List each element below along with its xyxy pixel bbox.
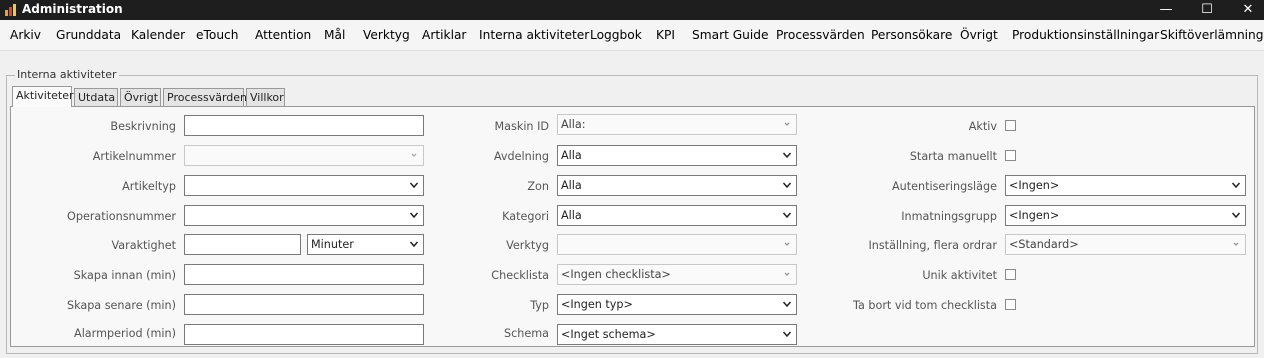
- avdelning-select[interactable]: Alla: [557, 145, 797, 166]
- label-installning-flera-ordrar: Inställning, flera ordrar: [868, 239, 997, 252]
- label-zon: Zon: [527, 180, 549, 193]
- starta-manuellt-checkbox[interactable]: [1005, 150, 1016, 161]
- artikelnummer-select[interactable]: [184, 145, 424, 166]
- maskin-id-select[interactable]: Alla:: [557, 114, 797, 135]
- menu-smart-guide[interactable]: Smart Guide: [692, 28, 769, 42]
- chevron-down-icon: [784, 122, 790, 126]
- label-artikeltyp: Artikeltyp: [122, 180, 176, 193]
- menu-artiklar[interactable]: Artiklar: [422, 28, 466, 42]
- chevron-down-icon: [782, 301, 792, 308]
- artikeltyp-select[interactable]: [184, 175, 424, 196]
- label-typ: Typ: [530, 299, 549, 312]
- tab-processvarden[interactable]: Processvärden: [163, 88, 247, 106]
- chevron-down-icon: [1231, 212, 1241, 219]
- menu-mal[interactable]: Mål: [324, 28, 345, 42]
- label-skapa-innan: Skapa innan (min): [73, 269, 176, 282]
- label-beskrivning: Beskrivning: [110, 120, 176, 133]
- label-verktyg: Verktyg: [506, 239, 549, 252]
- label-inmatningsgrupp: Inmatningsgrupp: [901, 210, 997, 223]
- label-varaktighet: Varaktighet: [111, 239, 176, 252]
- schema-select[interactable]: <Inget schema>: [557, 324, 797, 345]
- label-kategori: Kategori: [502, 210, 549, 223]
- chevron-down-icon: [782, 212, 792, 219]
- label-maskin-id: Maskin ID: [494, 120, 550, 133]
- kategori-select[interactable]: Alla: [557, 205, 797, 226]
- menu-interna-aktiviteter[interactable]: Interna aktiviteter: [479, 28, 589, 42]
- typ-select[interactable]: <Ingen typ>: [557, 294, 797, 315]
- zon-select[interactable]: Alla: [557, 175, 797, 196]
- menu-etouch[interactable]: eTouch: [196, 28, 238, 42]
- label-aktiv: Aktiv: [968, 120, 997, 133]
- label-operationsnummer: Operationsnummer: [67, 210, 176, 223]
- label-autentiseringslage: Autentiseringsläge: [892, 180, 997, 193]
- menu-kalender[interactable]: Kalender: [131, 28, 185, 42]
- close-button[interactable]: ✕: [1228, 0, 1264, 20]
- skapa-senare-input[interactable]: [184, 294, 424, 315]
- label-schema: Schema: [504, 327, 549, 340]
- menu-produktionsinstallningar[interactable]: Produktionsinställningar: [1012, 28, 1159, 42]
- chevron-down-icon: [782, 331, 792, 338]
- label-checklista: Checklista: [491, 269, 549, 282]
- label-ta-bort-vid-tom-checklista: Ta bort vid tom checklista: [853, 299, 997, 312]
- skapa-innan-input[interactable]: [184, 264, 424, 285]
- label-avdelning: Avdelning: [493, 150, 549, 163]
- menu-kpi[interactable]: KPI: [656, 28, 675, 42]
- label-skapa-senare: Skapa senare (min): [66, 299, 176, 312]
- inmatningsgrupp-select[interactable]: <Ingen>: [1005, 205, 1246, 226]
- chevron-down-icon: [409, 212, 419, 219]
- unik-aktivitet-checkbox[interactable]: [1005, 269, 1016, 280]
- menu-personsokare[interactable]: Personsökare: [871, 28, 952, 42]
- tab-aktiviteter[interactable]: Aktiviteter: [12, 86, 74, 107]
- chevron-down-icon: [411, 153, 417, 157]
- group-legend: Interna aktiviteter: [15, 68, 119, 81]
- chevron-down-icon: [784, 272, 790, 276]
- ta-bort-vid-tom-checklista-checkbox[interactable]: [1005, 299, 1016, 310]
- minimize-button[interactable]: —: [1146, 0, 1186, 20]
- chevron-down-icon: [409, 182, 419, 189]
- maximize-button[interactable]: ☐: [1187, 0, 1227, 20]
- installning-flera-ordrar-select[interactable]: <Standard>: [1005, 234, 1246, 255]
- label-alarmperiod: Alarmperiod (min): [74, 327, 176, 340]
- varaktighet-input[interactable]: [184, 234, 301, 255]
- chevron-down-icon: [782, 182, 792, 189]
- title-bar: Administration — ☐ ✕: [0, 0, 1264, 20]
- menu-skiftoverlamning[interactable]: Skiftöverlämning: [1160, 28, 1264, 42]
- verktyg-select[interactable]: [557, 234, 797, 255]
- varaktighet-unit-select[interactable]: Minuter: [307, 234, 424, 255]
- menu-arkiv[interactable]: Arkiv: [10, 28, 41, 42]
- tab-villkor[interactable]: Villkor: [246, 88, 285, 106]
- menu-ovrigt[interactable]: Övrigt: [960, 28, 998, 42]
- tab-ovrigt[interactable]: Övrigt: [120, 88, 161, 106]
- menu-bar: Arkiv Grunddata Kalender eTouch Attentio…: [0, 20, 1264, 51]
- label-unik-aktivitet: Unik aktivitet: [922, 269, 997, 282]
- chevron-down-icon: [1231, 182, 1241, 189]
- alarmperiod-input[interactable]: [184, 324, 424, 345]
- tab-utdata[interactable]: Utdata: [74, 88, 118, 106]
- menu-grunddata[interactable]: Grunddata: [56, 28, 121, 42]
- menu-processvarden[interactable]: Processvärden: [776, 28, 865, 42]
- checklista-select[interactable]: <Ingen checklista>: [557, 264, 797, 285]
- window-title: Administration: [22, 2, 123, 16]
- label-starta-manuellt: Starta manuellt: [909, 150, 997, 163]
- menu-verktyg[interactable]: Verktyg: [363, 28, 410, 42]
- menu-loggbok[interactable]: Loggbok: [590, 28, 642, 42]
- operationsnummer-select[interactable]: [184, 205, 424, 226]
- chevron-down-icon: [409, 241, 419, 248]
- beskrivning-input[interactable]: [184, 115, 424, 136]
- autentiseringslage-select[interactable]: <Ingen>: [1005, 175, 1246, 196]
- app-icon: [5, 4, 16, 16]
- aktiv-checkbox[interactable]: [1005, 120, 1016, 131]
- chevron-down-icon: [784, 242, 790, 246]
- chevron-down-icon: [782, 152, 792, 159]
- label-artikelnummer: Artikelnummer: [92, 150, 176, 163]
- chevron-down-icon: [1233, 242, 1239, 246]
- menu-attention[interactable]: Attention: [255, 28, 311, 42]
